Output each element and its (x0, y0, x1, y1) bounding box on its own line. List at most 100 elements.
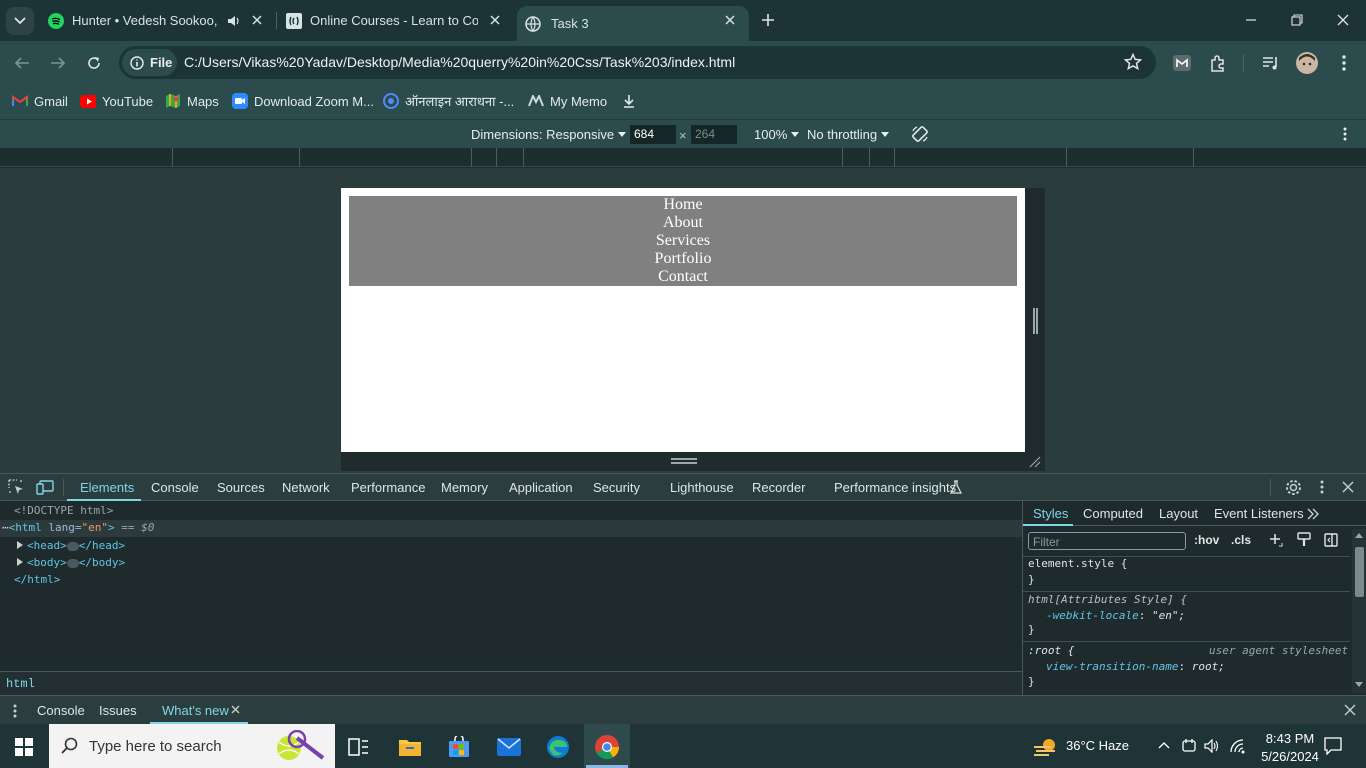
styles-tab-computed[interactable]: Computed (1083, 506, 1143, 521)
height-input[interactable]: 264 (691, 125, 737, 144)
expand-triangle-icon[interactable] (17, 558, 23, 566)
wifi-icon[interactable] (1229, 738, 1245, 754)
devtools-tab-sources[interactable]: Sources (217, 480, 265, 495)
collapsed-ellipsis-icon[interactable] (66, 541, 79, 551)
extensions-puzzle-icon[interactable] (1207, 52, 1229, 74)
url-text[interactable]: C:/Users/Vikas%20Yadav/Desktop/Media%20q… (184, 54, 735, 70)
dimensions-select[interactable]: Dimensions: Responsive (471, 127, 627, 142)
media-query-ruler[interactable] (0, 148, 1366, 167)
nav-link-contact[interactable]: Contact (349, 268, 1017, 286)
dom-head-node[interactable]: <head> </head> (17, 539, 125, 552)
chrome-button[interactable] (594, 734, 620, 760)
start-button[interactable] (11, 734, 37, 760)
scroll-down-icon[interactable] (1355, 682, 1363, 688)
dom-html-selected[interactable]: ⋯<html lang="en"> == $0 (0, 520, 1022, 537)
media-control-icon[interactable] (1260, 52, 1282, 74)
paint-brush-icon[interactable] (1297, 532, 1311, 548)
clock-time[interactable]: 8:43 PM (1260, 731, 1320, 746)
viewport-right-resizer[interactable] (1025, 188, 1045, 452)
drawer-menu-icon[interactable] (13, 704, 17, 718)
corner-resize-icon[interactable] (1029, 456, 1041, 468)
nav-link-about[interactable]: About (349, 214, 1017, 232)
reload-button[interactable] (81, 50, 107, 76)
minimize-button[interactable] (1239, 8, 1263, 32)
notification-center-icon[interactable] (1324, 737, 1342, 755)
restore-button[interactable] (1285, 8, 1309, 32)
drawer-tab-console[interactable]: Console (37, 703, 85, 718)
collapsed-ellipsis-icon[interactable] (66, 558, 79, 568)
close-drawer-icon[interactable] (1344, 704, 1356, 716)
styles-scrollbar[interactable] (1352, 529, 1366, 693)
nav-link-home[interactable]: Home (349, 196, 1017, 214)
toggle-sidebar-icon[interactable] (1324, 533, 1338, 547)
device-toggle-icon[interactable] (36, 479, 54, 495)
rule-root[interactable]: :root { (1028, 644, 1074, 657)
devtools-tab-performance[interactable]: Performance (351, 480, 425, 495)
device-toolbar-menu-icon[interactable] (1343, 127, 1347, 141)
declaration-view-transition-name[interactable]: view-transition-name: root; (1046, 660, 1225, 673)
bookmark-maps[interactable]: Maps (165, 92, 219, 110)
tab-close-icon[interactable] (721, 11, 739, 29)
devtools-tab-network[interactable]: Network (282, 480, 330, 495)
devtools-tab-memory[interactable]: Memory (441, 480, 488, 495)
rule-element-style[interactable]: element.style { (1028, 557, 1127, 570)
scroll-up-icon[interactable] (1355, 532, 1363, 538)
styles-tab-event-listeners[interactable]: Event Listeners (1214, 506, 1304, 521)
resize-handle-icon[interactable] (671, 458, 697, 464)
styles-tab-layout[interactable]: Layout (1159, 506, 1198, 521)
scrollbar-thumb[interactable] (1355, 547, 1364, 597)
bookmark-zoom[interactable]: Download Zoom M... (232, 92, 374, 110)
throttling-select[interactable]: No throttling (807, 127, 890, 142)
speaker-icon[interactable] (226, 14, 240, 28)
gmail-extension-icon[interactable] (1171, 52, 1193, 74)
devtools-tab-recorder[interactable]: Recorder (752, 480, 805, 495)
microsoft-store-button[interactable] (446, 734, 472, 760)
weather-widget-icon[interactable] (1033, 734, 1059, 760)
tab-close-icon[interactable] (486, 11, 504, 29)
resize-handle-icon[interactable] (1033, 308, 1038, 334)
cls-toggle[interactable]: .cls (1231, 533, 1251, 547)
nav-link-portfolio[interactable]: Portfolio (349, 250, 1017, 268)
edge-button[interactable] (545, 734, 571, 760)
bookmark-gmail[interactable]: Gmail (12, 92, 68, 110)
address-bar[interactable]: File C:/Users/Vikas%20Yadav/Desktop/Medi… (119, 46, 1156, 79)
expand-triangle-icon[interactable] (17, 541, 23, 549)
hov-toggle[interactable]: :hov (1194, 533, 1219, 547)
devtools-tab-performance-insights[interactable]: Performance insights (834, 480, 956, 495)
tab-online-courses[interactable]: Online Courses - Learn to Code (280, 6, 510, 35)
new-tab-button[interactable] (756, 8, 780, 32)
drawer-tab-issues[interactable]: Issues (99, 703, 137, 718)
close-devtools-icon[interactable] (1342, 481, 1354, 493)
close-tab-icon[interactable] (231, 705, 240, 714)
bookmark-star-icon[interactable] (1123, 52, 1143, 76)
zoom-select[interactable]: 100% (754, 127, 800, 142)
bookmark-youtube[interactable]: YouTube (80, 92, 153, 110)
downloads-button[interactable] (622, 92, 636, 110)
elements-dom-tree[interactable]: <!DOCTYPE html> ⋯<html lang="en"> == $0 … (0, 501, 1022, 671)
settings-gear-icon[interactable] (1285, 479, 1302, 496)
width-input[interactable]: 684 (630, 125, 676, 144)
bookmark-my-memo[interactable]: My Memo (528, 92, 607, 110)
styles-filter-input[interactable]: Filter (1028, 532, 1186, 550)
dom-html-close[interactable]: </html> (14, 573, 60, 586)
browser-menu-icon[interactable] (1333, 52, 1355, 74)
devtools-tab-elements[interactable]: Elements (80, 480, 134, 495)
devtools-tab-application[interactable]: Application (509, 480, 573, 495)
declaration-webkit-locale[interactable]: -webkit-locale: "en"; (1046, 609, 1185, 622)
clock-date[interactable]: 5/26/2024 (1256, 749, 1324, 764)
viewport-bottom-resizer[interactable] (341, 452, 1045, 471)
rule-attributes-style[interactable]: html[Attributes Style] { (1028, 593, 1187, 606)
breadcrumb-item-html[interactable]: html (6, 677, 35, 691)
drawer-tab-whats-new[interactable]: What's new (162, 703, 229, 718)
devtools-menu-icon[interactable] (1320, 480, 1324, 494)
rotate-button[interactable] (911, 125, 929, 143)
mail-button[interactable] (496, 734, 522, 760)
close-window-button[interactable] (1331, 8, 1355, 32)
file-explorer-button[interactable] (397, 734, 423, 760)
devtools-tab-console[interactable]: Console (151, 480, 199, 495)
nav-link-services[interactable]: Services (349, 232, 1017, 250)
devtools-tab-security[interactable]: Security (593, 480, 640, 495)
profile-avatar[interactable] (1296, 52, 1318, 74)
devtools-tab-lighthouse[interactable]: Lighthouse (670, 480, 734, 495)
weather-text[interactable]: 36°C Haze (1066, 738, 1129, 753)
